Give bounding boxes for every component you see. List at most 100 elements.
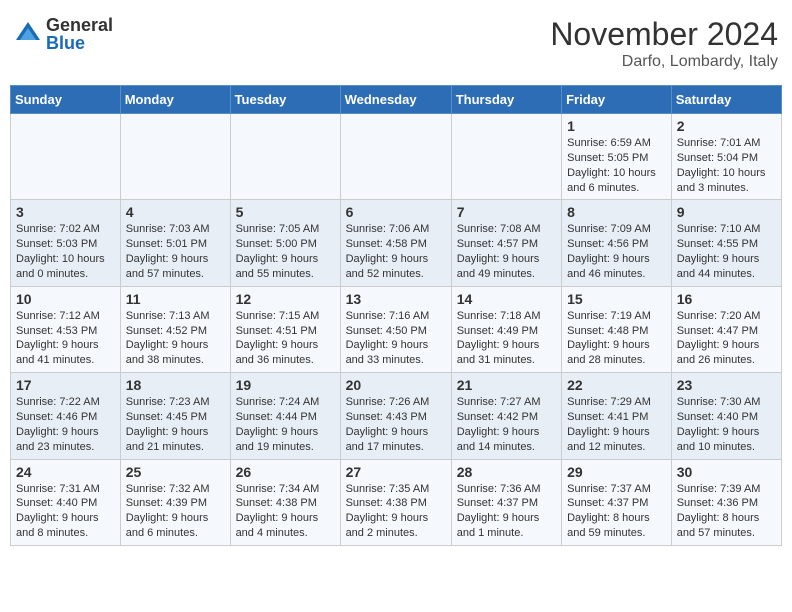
day-info: Sunrise: 7:29 AM Sunset: 4:41 PM Dayligh… <box>567 396 651 453</box>
day-number: 3 <box>16 204 115 220</box>
day-info: Sunrise: 7:15 AM Sunset: 4:51 PM Dayligh… <box>236 310 320 367</box>
calendar-cell: 6 Sunrise: 7:06 AM Sunset: 4:58 PM Daylig… <box>340 200 451 286</box>
weekday-header-thursday: Thursday <box>451 86 561 114</box>
calendar-body: 1Sunrise: 6:59 AM Sunset: 5:05 PM Daylig… <box>11 114 782 546</box>
day-number: 2 <box>677 118 776 134</box>
day-info: Sunrise: 7:03 AM Sunset: 5:01 PM Dayligh… <box>126 223 210 280</box>
day-number: 19 <box>236 377 335 393</box>
calendar-cell: 30 Sunrise: 7:39 AM Sunset: 4:36 PM Dayli… <box>671 459 781 545</box>
day-number: 10 <box>16 291 115 307</box>
calendar-cell <box>11 114 121 200</box>
weekday-header-sunday: Sunday <box>11 86 121 114</box>
day-info: Sunrise: 7:24 AM Sunset: 4:44 PM Dayligh… <box>236 396 320 453</box>
calendar-cell: 26Sunrise: 7:34 AM Sunset: 4:38 PM Dayli… <box>230 459 340 545</box>
weekday-header-wednesday: Wednesday <box>340 86 451 114</box>
day-number: 23 <box>677 377 776 393</box>
day-info: Sunrise: 7:39 AM Sunset: 4:36 PM Dayligh… <box>677 483 761 540</box>
calendar-cell: 9 Sunrise: 7:10 AM Sunset: 4:55 PM Daylig… <box>671 200 781 286</box>
weekday-row: SundayMondayTuesdayWednesdayThursdayFrid… <box>11 86 782 114</box>
calendar-cell: 2 Sunrise: 7:01 AM Sunset: 5:04 PM Daylig… <box>671 114 781 200</box>
location: Darfo, Lombardy, Italy <box>550 53 778 71</box>
logo-icon <box>14 20 42 48</box>
day-number: 6 <box>346 204 446 220</box>
calendar-cell: 19 Sunrise: 7:24 AM Sunset: 4:44 PM Dayli… <box>230 373 340 459</box>
calendar-cell: 29Sunrise: 7:37 AM Sunset: 4:37 PM Dayli… <box>562 459 672 545</box>
day-number: 16 <box>677 291 776 307</box>
day-info: Sunrise: 7:12 AM Sunset: 4:53 PM Dayligh… <box>16 310 100 367</box>
day-number: 5 <box>236 204 335 220</box>
calendar-cell: 12 Sunrise: 7:15 AM Sunset: 4:51 PM Dayli… <box>230 286 340 372</box>
calendar-week-4: 17Sunrise: 7:22 AM Sunset: 4:46 PM Dayli… <box>11 373 782 459</box>
day-info: Sunrise: 7:37 AM Sunset: 4:37 PM Dayligh… <box>567 483 651 540</box>
day-number: 12 <box>236 291 335 307</box>
calendar-cell <box>451 114 561 200</box>
weekday-header-tuesday: Tuesday <box>230 86 340 114</box>
day-info: Sunrise: 7:32 AM Sunset: 4:39 PM Dayligh… <box>126 483 210 540</box>
day-number: 24 <box>16 464 115 480</box>
day-number: 13 <box>346 291 446 307</box>
calendar-cell: 21 Sunrise: 7:27 AM Sunset: 4:42 PM Dayli… <box>451 373 561 459</box>
calendar-week-1: 1Sunrise: 6:59 AM Sunset: 5:05 PM Daylig… <box>11 114 782 200</box>
day-info: Sunrise: 7:27 AM Sunset: 4:42 PM Dayligh… <box>457 396 541 453</box>
weekday-header-friday: Friday <box>562 86 672 114</box>
calendar-cell <box>340 114 451 200</box>
day-info: Sunrise: 7:05 AM Sunset: 5:00 PM Dayligh… <box>236 223 320 280</box>
calendar-cell: 24Sunrise: 7:31 AM Sunset: 4:40 PM Dayli… <box>11 459 121 545</box>
day-number: 9 <box>677 204 776 220</box>
day-number: 30 <box>677 464 776 480</box>
calendar-cell: 10 Sunrise: 7:12 AM Sunset: 4:53 PM Dayli… <box>11 286 121 372</box>
day-info: Sunrise: 7:06 AM Sunset: 4:58 PM Dayligh… <box>346 223 430 280</box>
calendar-cell: 15Sunrise: 7:19 AM Sunset: 4:48 PM Dayli… <box>562 286 672 372</box>
day-info: Sunrise: 7:01 AM Sunset: 5:04 PM Dayligh… <box>677 137 766 194</box>
logo: General Blue <box>14 16 113 52</box>
calendar-week-5: 24Sunrise: 7:31 AM Sunset: 4:40 PM Dayli… <box>11 459 782 545</box>
day-number: 8 <box>567 204 666 220</box>
day-number: 1 <box>567 118 666 134</box>
calendar-cell: 27 Sunrise: 7:35 AM Sunset: 4:38 PM Dayli… <box>340 459 451 545</box>
day-number: 17 <box>16 377 115 393</box>
day-number: 7 <box>457 204 556 220</box>
weekday-header-saturday: Saturday <box>671 86 781 114</box>
calendar-cell: 22Sunrise: 7:29 AM Sunset: 4:41 PM Dayli… <box>562 373 672 459</box>
logo-text: General Blue <box>46 16 113 52</box>
day-number: 27 <box>346 464 446 480</box>
calendar-week-3: 10 Sunrise: 7:12 AM Sunset: 4:53 PM Dayli… <box>11 286 782 372</box>
day-info: Sunrise: 7:19 AM Sunset: 4:48 PM Dayligh… <box>567 310 651 367</box>
day-info: Sunrise: 7:10 AM Sunset: 4:55 PM Dayligh… <box>677 223 761 280</box>
day-info: Sunrise: 7:35 AM Sunset: 4:38 PM Dayligh… <box>346 483 430 540</box>
title-area: November 2024 Darfo, Lombardy, Italy <box>550 16 778 71</box>
calendar-cell: 14Sunrise: 7:18 AM Sunset: 4:49 PM Dayli… <box>451 286 561 372</box>
calendar-cell: 13 Sunrise: 7:16 AM Sunset: 4:50 PM Dayli… <box>340 286 451 372</box>
page-header: General Blue November 2024 Darfo, Lombar… <box>10 10 782 77</box>
day-number: 20 <box>346 377 446 393</box>
day-info: Sunrise: 7:36 AM Sunset: 4:37 PM Dayligh… <box>457 483 541 540</box>
calendar-cell: 25 Sunrise: 7:32 AM Sunset: 4:39 PM Dayli… <box>120 459 230 545</box>
calendar-cell: 7 Sunrise: 7:08 AM Sunset: 4:57 PM Daylig… <box>451 200 561 286</box>
calendar-table: SundayMondayTuesdayWednesdayThursdayFrid… <box>10 85 782 546</box>
calendar-cell: 20Sunrise: 7:26 AM Sunset: 4:43 PM Dayli… <box>340 373 451 459</box>
day-info: Sunrise: 7:18 AM Sunset: 4:49 PM Dayligh… <box>457 310 541 367</box>
day-info: Sunrise: 7:23 AM Sunset: 4:45 PM Dayligh… <box>126 396 210 453</box>
calendar-cell: 3Sunrise: 7:02 AM Sunset: 5:03 PM Daylig… <box>11 200 121 286</box>
day-info: Sunrise: 7:16 AM Sunset: 4:50 PM Dayligh… <box>346 310 430 367</box>
day-number: 21 <box>457 377 556 393</box>
day-number: 25 <box>126 464 225 480</box>
calendar-cell: 16Sunrise: 7:20 AM Sunset: 4:47 PM Dayli… <box>671 286 781 372</box>
calendar-header: SundayMondayTuesdayWednesdayThursdayFrid… <box>11 86 782 114</box>
logo-general: General <box>46 16 113 34</box>
calendar-cell: 4Sunrise: 7:03 AM Sunset: 5:01 PM Daylig… <box>120 200 230 286</box>
month-title: November 2024 <box>550 16 778 53</box>
calendar-cell: 11Sunrise: 7:13 AM Sunset: 4:52 PM Dayli… <box>120 286 230 372</box>
day-info: Sunrise: 7:09 AM Sunset: 4:56 PM Dayligh… <box>567 223 651 280</box>
calendar-cell: 8 Sunrise: 7:09 AM Sunset: 4:56 PM Daylig… <box>562 200 672 286</box>
day-number: 18 <box>126 377 225 393</box>
calendar-week-2: 3Sunrise: 7:02 AM Sunset: 5:03 PM Daylig… <box>11 200 782 286</box>
day-info: Sunrise: 7:13 AM Sunset: 4:52 PM Dayligh… <box>126 310 210 367</box>
calendar-cell: 18 Sunrise: 7:23 AM Sunset: 4:45 PM Dayli… <box>120 373 230 459</box>
day-info: Sunrise: 7:34 AM Sunset: 4:38 PM Dayligh… <box>236 483 320 540</box>
day-number: 28 <box>457 464 556 480</box>
day-info: Sunrise: 7:08 AM Sunset: 4:57 PM Dayligh… <box>457 223 541 280</box>
day-info: Sunrise: 7:30 AM Sunset: 4:40 PM Dayligh… <box>677 396 761 453</box>
logo-blue: Blue <box>46 34 113 52</box>
calendar-cell: 17Sunrise: 7:22 AM Sunset: 4:46 PM Dayli… <box>11 373 121 459</box>
